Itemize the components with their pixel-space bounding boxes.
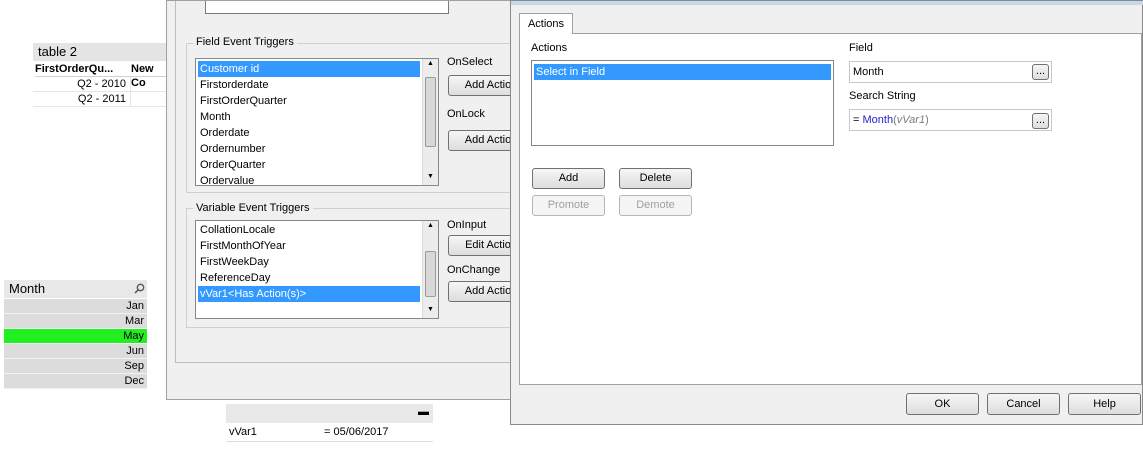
- list-item[interactable]: vVar1<Has Action(s)>: [198, 286, 420, 302]
- oninput-label: OnInput: [447, 219, 487, 231]
- tab-actions[interactable]: Actions: [519, 13, 573, 34]
- table-cell: Q2 - 2010: [33, 77, 131, 92]
- variable-list-scrollbar[interactable]: ▲ ▼: [422, 221, 438, 318]
- minimize-icon[interactable]: ▬: [418, 406, 429, 418]
- search-function: Month: [862, 114, 894, 126]
- month-item-jun[interactable]: Jun: [4, 344, 147, 359]
- column-header-firstorderquarter[interactable]: FirstOrderQu...: [35, 62, 131, 77]
- scroll-up-icon[interactable]: ▲: [427, 60, 434, 67]
- actions-list[interactable]: Select in Field: [531, 60, 834, 146]
- month-listbox-title: Month: [4, 280, 147, 298]
- month-item-dec[interactable]: Dec: [4, 374, 147, 389]
- scroll-up-icon[interactable]: ▲: [427, 222, 434, 229]
- scroll-down-icon[interactable]: ▼: [427, 306, 434, 313]
- list-item[interactable]: CollationLocale: [198, 222, 420, 238]
- table-2-box: table 2 FirstOrderQu... New Co Q2 - 2010…: [33, 43, 167, 108]
- scroll-thumb[interactable]: [425, 251, 436, 297]
- table-cell: [131, 92, 167, 107]
- search-paren-close: ): [925, 114, 929, 126]
- list-item[interactable]: Ordervalue: [198, 173, 420, 185]
- triggers-dialog-panel: Field Event Triggers Customer id Firstor…: [175, 1, 528, 363]
- field-list[interactable]: Customer id Firstorderdate FirstOrderQua…: [195, 58, 439, 186]
- scroll-down-icon[interactable]: ▼: [427, 173, 434, 180]
- field-browse-button[interactable]: ...: [1032, 64, 1049, 80]
- delete-button[interactable]: Delete: [619, 168, 692, 189]
- month-item-jan[interactable]: Jan: [4, 299, 147, 314]
- promote-button[interactable]: Promote: [532, 195, 605, 216]
- ok-button[interactable]: OK: [906, 393, 979, 415]
- search-icon[interactable]: [134, 283, 145, 294]
- onchange-label: OnChange: [447, 264, 501, 276]
- list-item[interactable]: FirstWeekDay: [198, 254, 420, 270]
- actions-tab-panel: Actions Select in Field Field Month ... …: [519, 33, 1142, 385]
- search-string-label: Search String: [849, 90, 916, 102]
- top-list-box[interactable]: [205, 1, 449, 14]
- actions-dialog: Actions Select in Field Field Month ... …: [510, 0, 1143, 425]
- search-variable: vVar1: [896, 114, 926, 126]
- field-input[interactable]: Month: [849, 61, 1052, 83]
- variable-value[interactable]: = 05/06/2017: [324, 424, 389, 441]
- variable-row: vVar1 = 05/06/2017: [226, 424, 433, 442]
- add-button[interactable]: Add: [532, 168, 605, 189]
- list-item[interactable]: Month: [198, 109, 420, 125]
- list-item[interactable]: Customer id: [198, 61, 420, 77]
- search-string-browse-button[interactable]: ...: [1032, 113, 1049, 129]
- onlock-label: OnLock: [447, 108, 485, 120]
- actions-dialog-titlebar: [511, 1, 1143, 5]
- table-2-title: table 2: [33, 43, 167, 61]
- list-item[interactable]: Ordernumber: [198, 141, 420, 157]
- list-item[interactable]: Select in Field: [534, 64, 831, 80]
- month-item-sep[interactable]: Sep: [4, 359, 147, 374]
- month-item-may[interactable]: May: [4, 329, 147, 344]
- variable-name: vVar1: [229, 426, 257, 438]
- variable-event-triggers-label: Variable Event Triggers: [193, 202, 313, 214]
- scroll-thumb[interactable]: [425, 77, 436, 147]
- field-label: Field: [849, 42, 873, 54]
- variable-input-box: ▬ vVar1 = 05/06/2017: [226, 404, 433, 442]
- field-event-triggers-label: Field Event Triggers: [193, 36, 297, 48]
- field-value: Month: [853, 66, 884, 78]
- table-cell: Q2 - 2011: [33, 92, 131, 107]
- help-button[interactable]: Help: [1068, 393, 1141, 415]
- list-item[interactable]: OrderQuarter: [198, 157, 420, 173]
- triggers-dialog: Field Event Triggers Customer id Firstor…: [166, 0, 528, 400]
- list-item[interactable]: Orderdate: [198, 125, 420, 141]
- onselect-label: OnSelect: [447, 56, 493, 68]
- field-list-scrollbar[interactable]: ▲ ▼: [422, 59, 438, 185]
- month-listbox: Month Jan Mar May Jun Sep Dec: [4, 280, 147, 392]
- actions-list-label: Actions: [531, 42, 568, 54]
- cancel-button[interactable]: Cancel: [987, 393, 1060, 415]
- month-item-mar[interactable]: Mar: [4, 314, 147, 329]
- table-cell: [131, 77, 167, 92]
- search-string-input[interactable]: = Month(vVar1): [849, 109, 1052, 131]
- column-header-new-co[interactable]: New Co: [131, 62, 167, 89]
- variable-box-titlebar: ▬: [226, 404, 433, 423]
- list-item[interactable]: ReferenceDay: [198, 270, 420, 286]
- demote-button[interactable]: Demote: [619, 195, 692, 216]
- variable-list[interactable]: CollationLocale FirstMonthOfYear FirstWe…: [195, 220, 439, 319]
- list-item[interactable]: FirstMonthOfYear: [198, 238, 420, 254]
- list-item[interactable]: FirstOrderQuarter: [198, 93, 420, 109]
- month-listbox-title-text: Month: [9, 281, 46, 296]
- list-item[interactable]: Firstorderdate: [198, 77, 420, 93]
